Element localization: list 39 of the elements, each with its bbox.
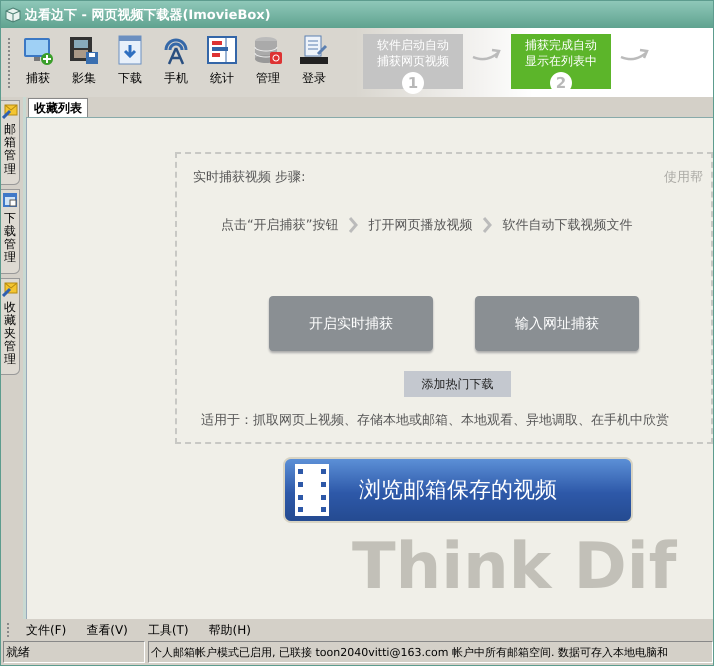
toolbar-button[interactable]: 捕获 <box>19 34 57 87</box>
toolbar-button[interactable]: 手机 <box>157 34 195 87</box>
status-state: 就绪 <box>3 641 145 663</box>
side-tab[interactable]: 下载管理 <box>1 188 20 274</box>
cube-icon <box>5 6 21 22</box>
menu-item[interactable]: 工具(T) <box>140 622 197 638</box>
step-number: 1 <box>402 72 424 94</box>
toolbar-button[interactable]: 统计 <box>203 34 241 87</box>
step-label: 打开网页播放视频 <box>368 217 472 234</box>
toolbar-button[interactable]: 下载 <box>111 34 149 87</box>
step-label: 点击“开启捕获”按钮 <box>221 217 338 234</box>
database-icon <box>252 34 284 66</box>
toolbar-button[interactable]: 登录 <box>295 34 333 87</box>
menu-item[interactable]: 文件(F) <box>18 622 74 638</box>
side-tab[interactable]: 邮箱管理 <box>1 100 20 185</box>
menu-item[interactable]: 帮助(H) <box>200 622 259 638</box>
step-label: 软件自动下载视频文件 <box>502 217 632 234</box>
browse-videos-button[interactable]: 浏览邮箱保存的视频 <box>283 457 633 523</box>
window-title: 边看边下 - 网页视频下载器(ImovieBox) <box>25 6 271 24</box>
chart-icon <box>206 34 238 66</box>
chevron-icon <box>348 216 358 234</box>
add-hot-button[interactable]: 添加热门下载 <box>404 371 511 397</box>
step-text: 软件启动自动 捕获网页视频 <box>377 37 449 69</box>
step-text: 捕获完成自动 显示在列表中 <box>525 37 597 69</box>
film-icon <box>68 34 100 66</box>
chevron-icon <box>482 216 492 234</box>
panel-heading: 实时捕获视频 步骤: <box>193 169 306 186</box>
status-message: 个人邮箱帐户模式已启用, 已联接 toon2040vitti@163.com 帐户中所有邮箱空间. 数据可存入本地电脑和 <box>148 641 713 663</box>
film-strip-icon <box>295 464 329 516</box>
usage-note: 适用于：抓取网页上视频、存储本地或邮箱、本地观看、异地调取、在手机中欣赏 <box>200 412 670 429</box>
menu-item[interactable]: 查看(V) <box>78 622 136 638</box>
window-icon <box>2 192 18 208</box>
document-icon <box>298 34 330 66</box>
side-tab[interactable]: 收藏夹管理 <box>1 278 20 376</box>
toolbar-button[interactable]: 管理 <box>249 34 287 87</box>
envelope-pencil-icon <box>2 103 18 119</box>
envelope-pencil-icon <box>2 280 18 296</box>
tab[interactable]: 收藏列表 <box>28 98 88 117</box>
toolbar-button[interactable]: 影集 <box>65 34 103 87</box>
